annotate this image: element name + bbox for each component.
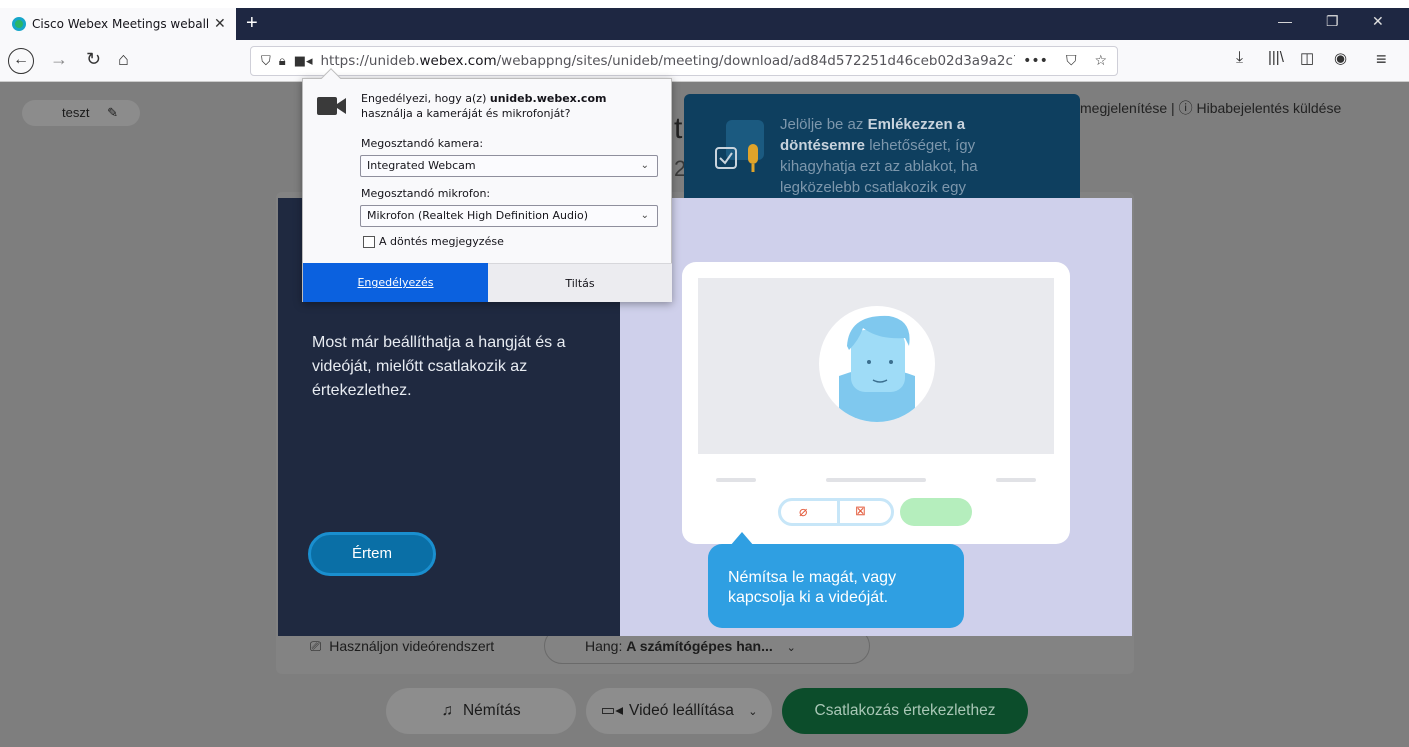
cast-icon: ⎚ (310, 638, 322, 654)
mock-join-pill (900, 498, 972, 526)
home-icon[interactable]: ⌂ (118, 49, 129, 70)
mock-preview-card: ⌀ ⊠ (682, 262, 1070, 544)
video-system-option[interactable]: ⎚ Használjon videórendszert (310, 638, 494, 655)
close-tab-icon[interactable]: ✕ (214, 16, 226, 32)
navigation-bar: ← → ↻ ⌂ ⛉ 🔒︎ ■◂ https://unideb.webex.com… (0, 40, 1409, 82)
mock-text-line (826, 478, 926, 482)
chevron-down-icon: ⌄ (640, 210, 649, 221)
menu-hamburger-icon[interactable]: ≡ (1376, 49, 1387, 70)
allow-button[interactable]: Engedélyezés (303, 263, 488, 302)
chevron-down-icon[interactable]: ⌄ (748, 706, 757, 718)
video-camera-icon: ▭◂ (600, 702, 624, 719)
pocket-icon[interactable]: ⛉ (1066, 53, 1077, 69)
checkbox-microphone-illustration-icon (715, 120, 764, 172)
stop-video-button[interactable]: ▭◂ Videó leállítása ⌄ (586, 688, 772, 734)
camera-label: Megosztandó kamera: (361, 137, 484, 150)
chevron-down-icon: ⌄ (640, 160, 649, 171)
close-window-icon[interactable]: ✕ (1372, 13, 1384, 30)
block-button[interactable]: Tiltás (488, 263, 672, 302)
url-text[interactable]: https://unideb.webex.com/webappng/sites/… (321, 53, 1016, 69)
new-tab-button[interactable]: + (246, 12, 258, 35)
page-actions-menu-icon[interactable]: ••• (1023, 53, 1048, 69)
minimize-window-icon[interactable]: — (1278, 13, 1292, 29)
camera-permission-popup: Engedélyezi, hogy a(z) unideb.webex.com … (302, 68, 672, 302)
webex-favicon-icon (12, 17, 26, 31)
tutorial-main-text: Most már beállíthatja a hangját és a vid… (312, 334, 566, 399)
microphone-select-value: Mikrofon (Realtek High Definition Audio) (367, 209, 589, 222)
forward-arrow-icon[interactable]: → (50, 49, 68, 70)
mock-text-line (716, 478, 756, 482)
bookmark-star-icon[interactable]: ☆ (1094, 53, 1107, 69)
remember-decision-checkbox[interactable]: A döntés megjegyzése (363, 235, 504, 248)
webex-page: teszt ✎ megjelenítése | ⓘ Hibabejelentés… (0, 68, 1409, 747)
got-it-button[interactable]: Értem (308, 532, 436, 576)
shield-icon[interactable]: ⛉ (261, 54, 271, 69)
microphone-label: Megosztandó mikrofon: (361, 187, 491, 200)
mute-button[interactable]: ♫ Némítás (386, 688, 576, 734)
avatar-illustration (819, 306, 935, 422)
sidebar-icon[interactable]: ◫ (1300, 49, 1314, 67)
tab-bar: Cisco Webex Meetings webalk ✕ + — ❐ ✕ (0, 8, 1409, 40)
user-name-pill[interactable]: teszt ✎ (22, 100, 140, 126)
address-bar[interactable]: ⛉ 🔒︎ ■◂ https://unideb.webex.com/webappn… (250, 46, 1118, 76)
meeting-title-fragment: t (674, 112, 683, 145)
tab-title: Cisco Webex Meetings webalk (32, 17, 208, 31)
microphone-icon: ♫ (441, 702, 453, 719)
tutorial-illustration-panel: ⌀ ⊠ Némítsa le magát, vagy kapcsolja ki … (620, 198, 1132, 636)
video-off-icon: ⊠ (855, 503, 866, 518)
pill-divider (837, 501, 840, 523)
video-system-label: Használjon videórendszert (329, 638, 495, 654)
remember-tip-text: Jelölje be az Emlékezzen a döntésemre le… (780, 116, 978, 196)
audio-option-prefix: Hang: (585, 638, 627, 654)
camera-select[interactable]: Integrated Webcam ⌄ (360, 155, 658, 177)
lock-icon[interactable]: 🔒︎ (279, 54, 286, 69)
mock-mute-video-pill: ⌀ ⊠ (778, 498, 894, 526)
join-meeting-button[interactable]: Csatlakozás értekezlethez (782, 688, 1028, 734)
permission-message: Engedélyezi, hogy a(z) unideb.webex.com … (361, 92, 607, 120)
browser-tab[interactable]: Cisco Webex Meetings webalk ✕ (0, 8, 236, 40)
download-icon[interactable]: ⤓ (1236, 49, 1243, 67)
user-name: teszt (62, 105, 90, 120)
reload-icon[interactable]: ↻ (86, 49, 101, 70)
video-camera-icon (317, 97, 346, 115)
mute-label: Némítás (462, 702, 521, 719)
library-icon[interactable]: |||\ (1268, 49, 1284, 66)
mock-video-screen (698, 278, 1054, 454)
mock-text-line (996, 478, 1036, 482)
mute-tip-bubble: Némítsa le magát, vagy kapcsolja ki a vi… (708, 544, 964, 628)
back-arrow-icon[interactable]: ← (8, 48, 34, 74)
remember-decision-label: A döntés megjegyzése (379, 235, 504, 248)
video-label: Videó leállítása (629, 702, 734, 719)
person-face-icon (839, 315, 915, 422)
restore-window-icon[interactable]: ❐ (1326, 13, 1339, 30)
camera-select-value: Integrated Webcam (367, 159, 476, 172)
top-right-links[interactable]: megjelenítése | ⓘ Hibabejelentés küldése (1080, 98, 1341, 118)
account-icon[interactable]: ◉ (1334, 49, 1347, 67)
microphone-select[interactable]: Mikrofon (Realtek High Definition Audio)… (360, 205, 658, 227)
screen-top-strip (0, 0, 1409, 8)
checkbox-box[interactable] (363, 235, 375, 248)
edit-pencil-icon[interactable]: ✎ (107, 105, 118, 120)
mute-microphone-icon: ⌀ (799, 503, 808, 519)
chevron-down-icon: ⌄ (786, 642, 796, 654)
remember-decision-tip: Jelölje be az Emlékezzen a döntésemre le… (684, 94, 1080, 198)
audio-option-value: A számítógépes han... (626, 638, 773, 654)
camera-permission-icon[interactable]: ■◂ (294, 54, 313, 69)
